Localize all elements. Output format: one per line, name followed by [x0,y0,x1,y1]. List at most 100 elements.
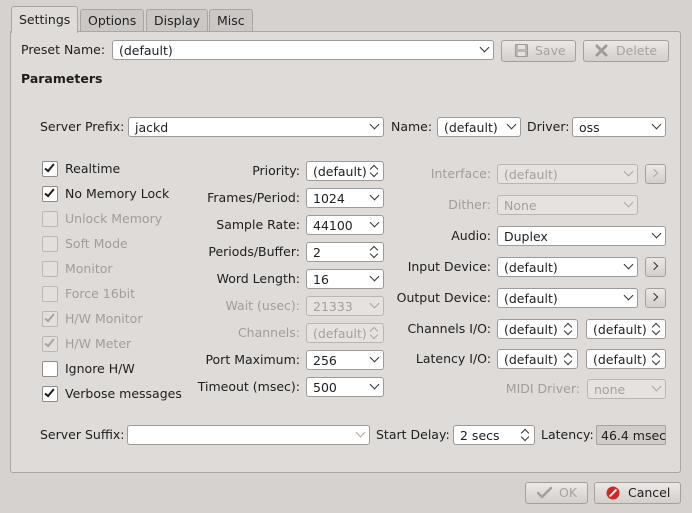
frames-period-value: 1024 [313,191,345,206]
no-memory-lock-label: No Memory Lock [65,186,170,201]
monitor-checkbox[interactable] [42,261,58,277]
channels-io-label: Channels I/O: [407,321,491,336]
channels-spinbox[interactable]: (default) [306,323,384,343]
cancel-button[interactable]: Cancel [594,482,681,504]
name-value: (default) [444,120,498,135]
spin-arrows-icon [370,325,379,341]
soft-mode-checkbox[interactable] [42,236,58,252]
check-icon [44,186,55,198]
chevron-down-icon [369,190,380,201]
midi-driver-value: none [594,382,626,397]
delete-button[interactable]: Delete [583,40,669,62]
spin-arrows-icon [370,163,379,179]
monitor-label: Monitor [65,261,113,276]
driver-value: oss [579,120,600,135]
midi-driver-combo[interactable]: none [587,379,666,399]
word-length-label: Word Length: [216,271,300,286]
ignore-hw-checkbox[interactable] [42,361,58,377]
wait-usec-value: 21333 [313,299,353,314]
tab-options[interactable]: Options [80,9,145,32]
server-suffix-combo[interactable] [127,425,370,445]
latency-in-spinbox[interactable]: (default) [497,349,578,369]
tab-display[interactable]: Display [146,9,209,32]
timeout-value: 500 [313,380,337,395]
port-maximum-label: Port Maximum: [205,352,300,367]
spin-arrows-icon [564,321,573,337]
start-delay-spinbox[interactable]: 2 secs [453,425,535,445]
output-device-combo[interactable]: (default) [497,288,638,308]
chevron-down-icon [506,119,517,130]
priority-spinbox[interactable]: (default) [306,161,384,181]
save-button[interactable]: Save [501,40,576,62]
chevron-down-icon [369,119,380,130]
channels-out-spinbox[interactable]: (default) [586,319,666,339]
audio-value: Duplex [504,229,548,244]
driver-label: Driver: [527,119,570,134]
hw-meter-checkbox[interactable] [42,336,58,352]
interface-browse-button[interactable] [645,164,666,184]
realtime-checkbox[interactable] [42,161,58,177]
chevron-down-icon [651,381,662,392]
timeout-combo[interactable]: 500 [306,377,384,397]
server-prefix-combo[interactable]: jackd [128,117,384,137]
soft-mode-label: Soft Mode [65,236,128,251]
verbose-messages-label: Verbose messages [65,386,182,401]
periods-buffer-spinbox[interactable]: 2 [306,242,384,262]
check-icon [44,336,55,348]
latency-out-spinbox[interactable]: (default) [586,349,666,369]
chevron-down-icon [623,259,634,270]
hw-monitor-label: H/W Monitor [65,311,143,326]
frames-period-combo[interactable]: 1024 [306,188,384,208]
preset-name-combo[interactable]: (default) [112,40,494,60]
chevron-right-icon [649,168,659,178]
dither-combo[interactable]: None [497,195,638,215]
latency-out-value: (default) [593,352,647,367]
timeout-label: Timeout (msec): [197,379,300,394]
unlock-memory-label: Unlock Memory [65,211,163,226]
channels-in-spinbox[interactable]: (default) [497,319,578,339]
interface-combo[interactable]: (default) [497,164,638,184]
priority-label: Priority: [252,163,300,178]
start-delay-label: Start Delay: [376,427,450,442]
ok-button[interactable]: OK [525,482,588,504]
tab-misc[interactable]: Misc [209,9,253,32]
wait-usec-combo[interactable]: 21333 [306,296,384,316]
spin-arrows-icon [370,244,379,260]
delete-icon [595,44,608,57]
output-device-browse-button[interactable] [645,288,666,308]
name-combo[interactable]: (default) [437,117,521,137]
cancel-icon [606,486,620,500]
parameters-title: Parameters [21,71,103,86]
preset-name-label: Preset Name: [21,42,106,57]
check-icon [44,161,55,173]
hw-monitor-checkbox[interactable] [42,311,58,327]
sample-rate-combo[interactable]: 44100 [306,215,384,235]
driver-combo[interactable]: oss [572,117,666,137]
input-device-browse-button[interactable] [645,257,666,277]
verbose-messages-checkbox[interactable] [42,386,58,402]
unlock-memory-checkbox[interactable] [42,211,58,227]
sample-rate-value: 44100 [313,218,353,233]
tab-settings[interactable]: Settings [11,6,79,33]
interface-value: (default) [504,167,558,182]
chevron-down-icon [651,228,662,239]
spin-arrows-icon [521,427,530,443]
tab-label: Settings [19,12,71,27]
no-memory-lock-checkbox[interactable] [42,186,58,202]
latency-readout: 46.4 msec [596,425,666,445]
periods-buffer-label: Periods/Buffer: [208,244,300,259]
spin-arrows-icon [564,351,573,367]
save-icon [515,44,528,57]
tab-label: Misc [217,13,245,28]
preset-name-value: (default) [119,43,173,58]
word-length-combo[interactable]: 16 [306,269,384,289]
realtime-label: Realtime [65,161,121,176]
interface-label: Interface: [430,166,491,181]
port-maximum-combo[interactable]: 256 [306,350,384,370]
force-16bit-checkbox[interactable] [42,286,58,302]
latency-io-label: Latency I/O: [415,351,491,366]
audio-combo[interactable]: Duplex [497,226,666,246]
input-device-combo[interactable]: (default) [497,257,638,277]
chevron-down-icon [369,271,380,282]
latency-label: Latency: [541,427,594,442]
